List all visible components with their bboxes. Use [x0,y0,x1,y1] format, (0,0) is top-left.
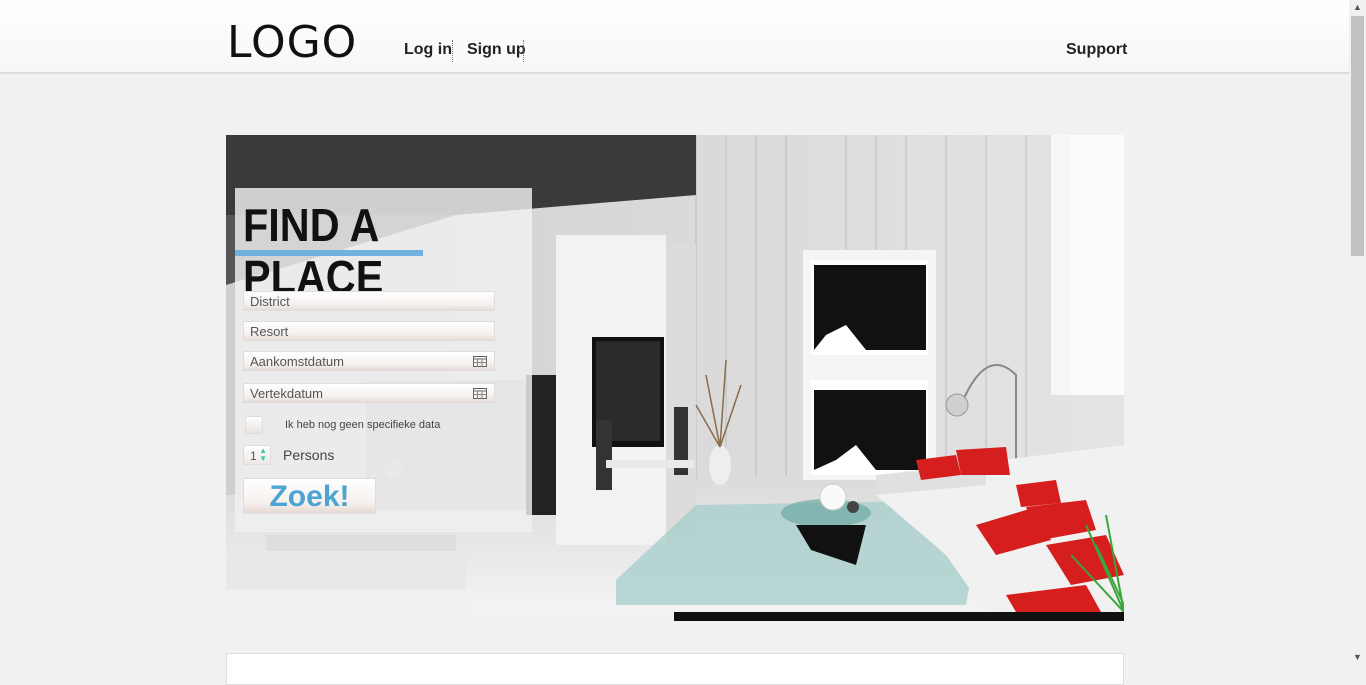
scroll-down-icon[interactable]: ▼ [1353,652,1362,662]
district-field[interactable]: District [243,291,495,311]
calendar-icon[interactable] [473,356,487,367]
arrival-date-field[interactable]: Aankomstdatum [243,351,495,371]
departure-date-placeholder: Vertekdatum [250,386,323,401]
scrollbar[interactable]: ▲ ▼ [1349,0,1366,667]
nav-separator [523,40,524,62]
header: LOGO Log in Sign up Support [0,0,1349,74]
persons-label: Persons [283,447,335,463]
search-button[interactable]: Zoek! [243,478,376,514]
no-dates-label: Ik heb nog geen specifieke data [285,419,441,431]
logo[interactable]: LOGO [227,18,357,68]
resort-field[interactable]: Resort [243,321,495,341]
stepper-arrows-icon[interactable]: ▲ ▼ [259,447,267,463]
content-box [226,653,1124,685]
hero-shadow-bar [674,612,1124,621]
persons-stepper[interactable]: 1 ▲ ▼ [243,445,271,465]
calendar-icon[interactable] [473,388,487,399]
scroll-thumb[interactable] [1351,16,1364,256]
no-dates-checkbox[interactable] [245,416,263,434]
signup-link[interactable]: Sign up [467,41,526,59]
login-link[interactable]: Log in [404,41,452,59]
title-underline [235,250,423,256]
departure-date-field[interactable]: Vertekdatum [243,383,495,403]
nav-separator [452,40,453,62]
arrival-date-placeholder: Aankomstdatum [250,354,344,369]
support-link[interactable]: Support [1066,41,1127,59]
search-panel: FIND A PLACE District Resort Aankomstdat… [235,188,532,532]
scroll-up-icon[interactable]: ▲ [1353,2,1362,12]
persons-value: 1 [250,449,257,463]
